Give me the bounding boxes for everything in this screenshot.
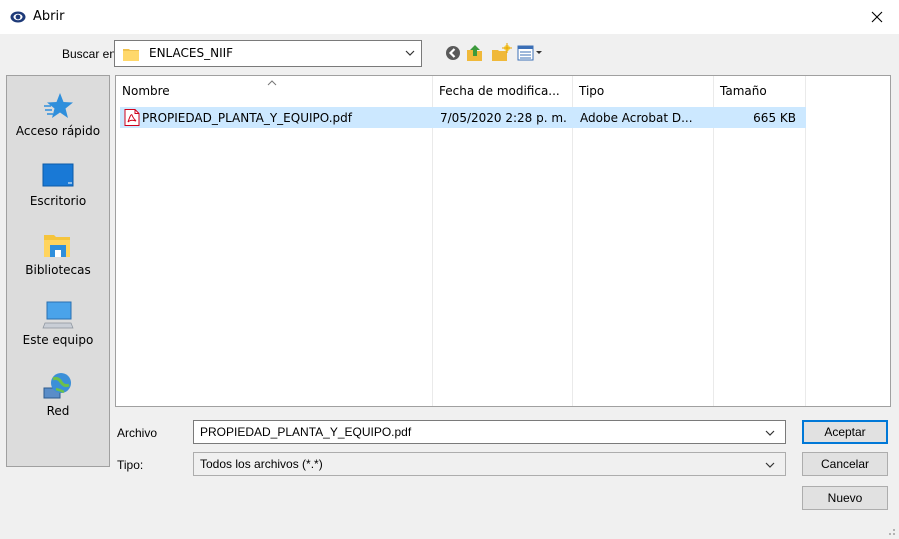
file-list[interactable]: Nombre Fecha de modifica... Tipo Tamaño … xyxy=(115,75,891,407)
star-icon xyxy=(44,93,73,118)
folder-icon xyxy=(123,49,139,61)
new-button[interactable]: Nuevo xyxy=(802,486,888,510)
filename-value: PROPIEDAD_PLANTA_Y_EQUIPO.pdf xyxy=(200,425,412,439)
filename-label: Archivo xyxy=(117,426,158,440)
place-quick-access[interactable]: Acceso rápido xyxy=(7,90,109,138)
column-header-label: Tipo xyxy=(579,84,605,98)
column-header-label: Fecha de modifica... xyxy=(439,84,560,98)
pdf-icon xyxy=(124,109,140,126)
file-type: Adobe Acrobat D... xyxy=(580,111,693,125)
file-name: PROPIEDAD_PLANTA_Y_EQUIPO.pdf xyxy=(142,111,352,125)
chevron-down-icon xyxy=(405,50,415,56)
lookin-label: Buscar en: xyxy=(62,47,120,61)
network-icon xyxy=(43,373,71,399)
column-header-name[interactable]: Nombre xyxy=(116,76,432,103)
computer-icon xyxy=(42,301,74,329)
place-libraries[interactable]: Bibliotecas xyxy=(7,229,109,277)
desktop-icon xyxy=(42,163,74,187)
chevron-down-icon xyxy=(765,462,775,468)
place-desktop[interactable]: Escritorio xyxy=(7,160,109,208)
open-dialog: Abrir Buscar en: ENLACES_NIIF Acceso ráp… xyxy=(0,0,899,539)
window-title: Abrir xyxy=(33,9,65,24)
filetype-value: Todos los archivos (*.*) xyxy=(200,457,323,471)
lookin-dropdown[interactable]: ENLACES_NIIF xyxy=(114,40,422,67)
lookin-value: ENLACES_NIIF xyxy=(149,46,234,60)
filename-input[interactable]: PROPIEDAD_PLANTA_Y_EQUIPO.pdf xyxy=(193,420,786,444)
close-button[interactable] xyxy=(854,0,899,34)
column-header-label: Nombre xyxy=(122,84,170,98)
place-label: Este equipo xyxy=(22,333,94,347)
new-folder-icon[interactable] xyxy=(490,43,512,63)
file-size: 665 KB xyxy=(753,111,796,125)
place-label: Red xyxy=(46,404,70,418)
cancel-button[interactable]: Cancelar xyxy=(802,452,888,476)
close-icon xyxy=(871,11,882,23)
place-label: Escritorio xyxy=(29,194,87,208)
chevron-down-icon[interactable] xyxy=(765,426,775,440)
resize-grip-icon[interactable] xyxy=(884,524,896,536)
file-modified: 7/05/2020 2:28 p. m. xyxy=(440,111,567,125)
folder-up-icon[interactable] xyxy=(465,43,485,63)
column-header-type[interactable]: Tipo xyxy=(573,76,714,103)
back-icon[interactable] xyxy=(444,43,462,63)
sort-ascending-icon xyxy=(267,80,277,86)
places-bar: Acceso rápido Escritorio Bibliotecas Est… xyxy=(6,75,110,467)
filetype-label: Tipo: xyxy=(117,458,144,472)
place-label: Acceso rápido xyxy=(15,124,101,138)
libraries-icon xyxy=(44,235,70,257)
view-menu-icon[interactable] xyxy=(516,43,544,63)
place-label: Bibliotecas xyxy=(25,263,91,277)
column-header-size[interactable]: Tamaño xyxy=(714,76,806,103)
file-row[interactable]: PROPIEDAD_PLANTA_Y_EQUIPO.pdf 7/05/2020 … xyxy=(120,107,806,128)
eye-icon xyxy=(10,11,26,23)
column-header-modified[interactable]: Fecha de modifica... xyxy=(433,76,572,103)
place-network[interactable]: Red xyxy=(7,370,109,418)
column-header-label: Tamaño xyxy=(720,84,767,98)
title-bar: Abrir xyxy=(0,0,899,34)
place-this-pc[interactable]: Este equipo xyxy=(7,299,109,347)
filetype-dropdown[interactable]: Todos los archivos (*.*) xyxy=(193,452,786,476)
accept-button[interactable]: Aceptar xyxy=(802,420,888,444)
